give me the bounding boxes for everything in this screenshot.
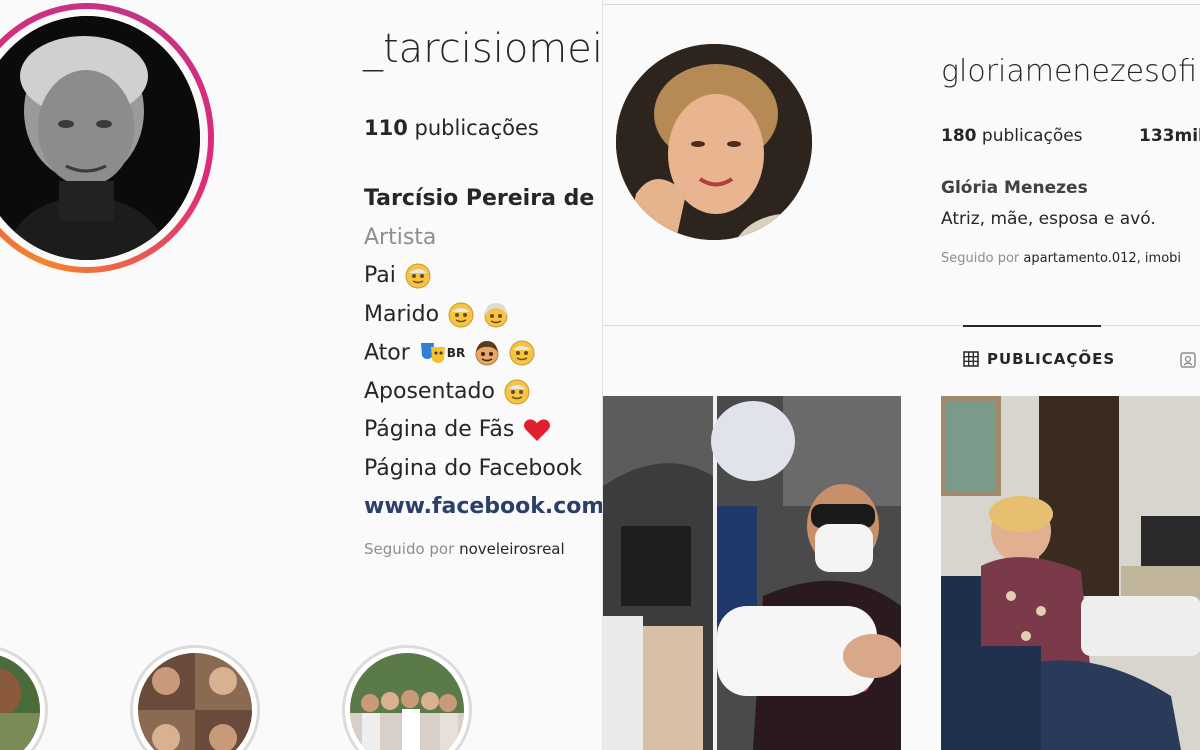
right-profile-panel: gloriamenezesofi 180 publicações 133mil … [602,0,1200,750]
bio-line-facebook: Página do Facebook [364,455,583,481]
bio-line-aposentado: Aposentado [364,373,602,412]
divider [603,4,1200,5]
followers-count[interactable]: 133mil [1139,126,1200,146]
profile-link[interactable]: www.facebook.com/ [364,488,602,527]
post-thumbnail[interactable] [603,396,901,750]
older-man-emoji-icon [405,263,431,289]
profile-category: Artista [364,224,437,250]
bio-line-ator: Ator BR [364,334,602,373]
bio-line-fans-page: Página de Fãs [364,411,602,450]
bio-line-marido: Marido [364,296,602,335]
post-photo-couple [941,396,1200,750]
highlight-photo-collage [138,653,252,750]
story-highlight[interactable] [342,645,472,750]
tab-publicacoes[interactable]: PUBLICAÇÕES [963,350,1115,368]
story-highlight[interactable] [0,645,48,750]
grid-icon [963,351,979,367]
profile-avatar[interactable] [616,44,812,240]
older-man-emoji-icon [448,302,474,327]
highlight-photo-group [350,653,464,750]
older-woman-emoji-icon [484,302,508,327]
posts-count[interactable]: 180 publicações [941,126,1083,146]
followed-by[interactable]: Seguido por apartamento.012, imobi [941,251,1181,266]
active-tab-indicator [963,325,1101,327]
profile-full-name: Glória Menezes [941,178,1088,198]
tabs-divider [603,325,1200,326]
followed-by[interactable]: Seguido por noveleirosreal [364,540,565,558]
older-man-emoji-icon [504,379,530,405]
highlight-photo [0,653,40,750]
post-photo-vaccination [603,396,901,750]
posts-count[interactable]: 110 publicações [364,116,539,140]
profile-bio: Tarcísio Pereira de M Artista Pai Marido [364,180,602,527]
flag-label: BR [446,346,466,360]
profile-username: gloriamenezesofi [941,54,1197,89]
story-highlight[interactable] [130,645,260,750]
post-thumbnail[interactable] [941,396,1200,750]
profile-bio: Atriz, mãe, esposa e avó. [941,209,1156,229]
red-heart-emoji-icon [524,419,551,442]
performing-arts-emoji-icon [420,343,445,364]
man-emoji-icon [475,341,499,366]
tab-tagged[interactable] [1180,352,1196,372]
left-profile-panel: _tarcisiomeir 110 publicações Tarcísio P… [0,0,602,750]
avatar-photo-woman [616,44,812,240]
older-man-emoji-icon [509,340,535,366]
profile-username: _tarcisiomeir [363,26,602,72]
tagged-icon [1180,352,1196,368]
profile-stats: 180 publicações 133mil [941,126,1200,146]
profile-full-name: Tarcísio Pereira de M [364,186,602,211]
bio-line-pai: Pai [364,257,602,296]
